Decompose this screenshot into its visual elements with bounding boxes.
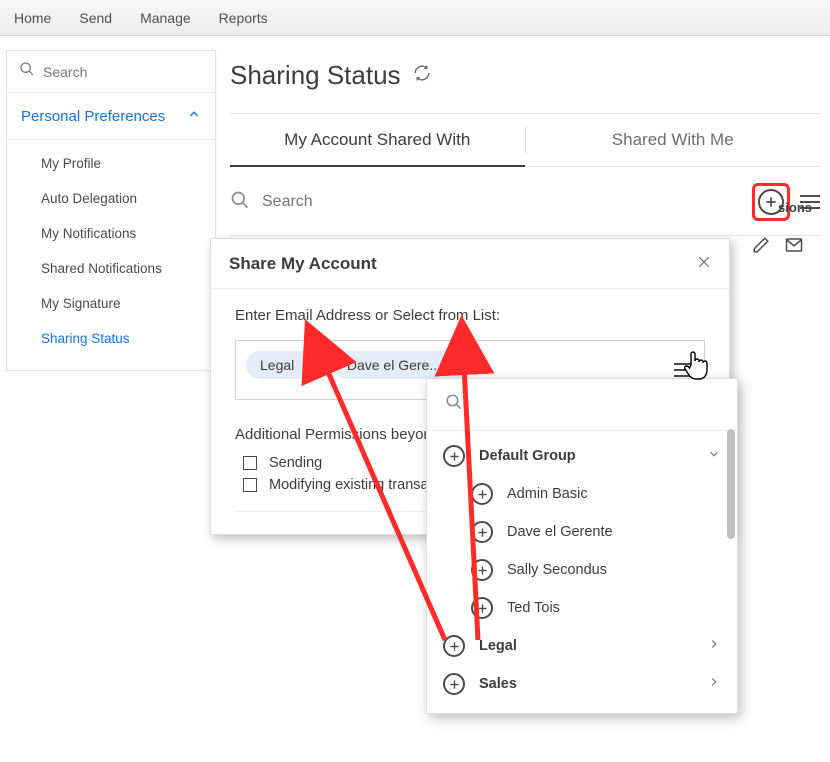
dropdown-body: Default Group Admin Basic Dave el Gerent… bbox=[427, 431, 737, 713]
dialog-title: Share My Account bbox=[229, 254, 377, 274]
chip-legal[interactable]: Legal ✕ bbox=[246, 351, 325, 379]
page-title: Sharing Status bbox=[230, 60, 401, 91]
sidebar-item-my-notifications[interactable]: My Notifications bbox=[7, 216, 215, 251]
user-admin-basic[interactable]: Admin Basic bbox=[427, 475, 737, 513]
add-user-icon[interactable] bbox=[471, 483, 493, 505]
checkbox-label: Sending bbox=[269, 455, 322, 471]
pencil-icon bbox=[752, 236, 770, 259]
user-dave-el-gerente[interactable]: Dave el Gerente bbox=[427, 513, 737, 551]
sidebar-section-personal-preferences[interactable]: Personal Preferences bbox=[7, 93, 215, 140]
group-label: Sales bbox=[479, 676, 517, 692]
chevron-right-icon bbox=[707, 675, 721, 693]
sidebar-section-label: Personal Preferences bbox=[21, 108, 165, 125]
sidebar: Personal Preferences My Profile Auto Del… bbox=[6, 50, 216, 371]
user-sally-secondus[interactable]: Sally Secondus bbox=[427, 551, 737, 589]
nav-send[interactable]: Send bbox=[79, 10, 112, 26]
chip-label: Legal bbox=[260, 357, 294, 373]
chip-dave[interactable]: Dave el Gere... ✕ bbox=[333, 351, 472, 379]
chip-input-list-icon[interactable] bbox=[674, 363, 694, 377]
sidebar-item-shared-notifications[interactable]: Shared Notifications bbox=[7, 251, 215, 286]
list-toolbar bbox=[230, 167, 820, 236]
chevron-right-icon bbox=[707, 637, 721, 655]
group-legal[interactable]: Legal bbox=[427, 627, 737, 665]
dialog-close-button[interactable] bbox=[697, 253, 711, 274]
user-ted-tois[interactable]: Ted Tois bbox=[427, 589, 737, 627]
dropdown-search[interactable] bbox=[427, 379, 737, 431]
sidebar-item-my-profile[interactable]: My Profile bbox=[7, 146, 215, 181]
user-label: Admin Basic bbox=[507, 486, 588, 502]
add-group-icon[interactable] bbox=[443, 673, 465, 695]
checkbox-icon[interactable] bbox=[243, 478, 257, 492]
nav-reports[interactable]: Reports bbox=[219, 10, 268, 26]
sidebar-item-sharing-status[interactable]: Sharing Status bbox=[7, 321, 215, 356]
top-nav: Home Send Manage Reports bbox=[0, 0, 830, 36]
add-user-icon[interactable] bbox=[471, 597, 493, 619]
group-sales[interactable]: Sales bbox=[427, 665, 737, 703]
dropdown-scrollbar[interactable] bbox=[725, 429, 735, 707]
sidebar-search bbox=[7, 51, 215, 93]
chevron-down-icon bbox=[707, 447, 721, 465]
add-group-icon[interactable] bbox=[443, 635, 465, 657]
chevron-up-icon bbox=[187, 107, 201, 125]
user-label: Sally Secondus bbox=[507, 562, 607, 578]
main-content: Sharing Status My Account Shared With Sh… bbox=[230, 50, 820, 236]
envelope-icon bbox=[784, 236, 804, 259]
add-user-icon[interactable] bbox=[471, 521, 493, 543]
refresh-icon[interactable] bbox=[413, 64, 431, 87]
column-header-permissions-partial: sions bbox=[778, 200, 812, 215]
scrollbar-thumb[interactable] bbox=[727, 429, 735, 539]
checkbox-label: Modifying existing transacti bbox=[269, 477, 443, 493]
nav-home[interactable]: Home bbox=[14, 10, 51, 26]
checkbox-icon[interactable] bbox=[243, 456, 257, 470]
dialog-header: Share My Account bbox=[211, 239, 729, 289]
group-picker-dropdown: Default Group Admin Basic Dave el Gerent… bbox=[426, 378, 738, 714]
user-label: Ted Tois bbox=[507, 600, 560, 616]
tabs: My Account Shared With Shared With Me bbox=[230, 114, 820, 167]
add-group-icon[interactable] bbox=[443, 445, 465, 467]
group-label: Default Group bbox=[479, 448, 576, 464]
chip-remove-icon[interactable]: ✕ bbox=[304, 356, 317, 374]
page-title-row: Sharing Status bbox=[230, 50, 820, 114]
sidebar-item-my-signature[interactable]: My Signature bbox=[7, 286, 215, 321]
list-search-input[interactable] bbox=[262, 193, 752, 211]
group-default-group[interactable]: Default Group bbox=[427, 437, 737, 475]
search-icon bbox=[230, 190, 250, 215]
email-field-label: Enter Email Address or Select from List: bbox=[235, 307, 705, 324]
add-user-icon[interactable] bbox=[471, 559, 493, 581]
sidebar-menu: My Profile Auto Delegation My Notificati… bbox=[7, 140, 215, 370]
sidebar-item-auto-delegation[interactable]: Auto Delegation bbox=[7, 181, 215, 216]
tab-my-account-shared-with[interactable]: My Account Shared With bbox=[230, 114, 525, 166]
nav-manage[interactable]: Manage bbox=[140, 10, 191, 26]
chip-label: Dave el Gere... bbox=[347, 357, 441, 373]
tab-shared-with-me[interactable]: Shared With Me bbox=[526, 114, 821, 166]
user-label: Dave el Gerente bbox=[507, 524, 613, 540]
group-label: Legal bbox=[479, 638, 517, 654]
chip-remove-icon[interactable]: ✕ bbox=[451, 356, 464, 374]
search-icon bbox=[19, 61, 35, 82]
row-permission-icons bbox=[752, 236, 804, 259]
sidebar-search-input[interactable] bbox=[43, 64, 203, 80]
